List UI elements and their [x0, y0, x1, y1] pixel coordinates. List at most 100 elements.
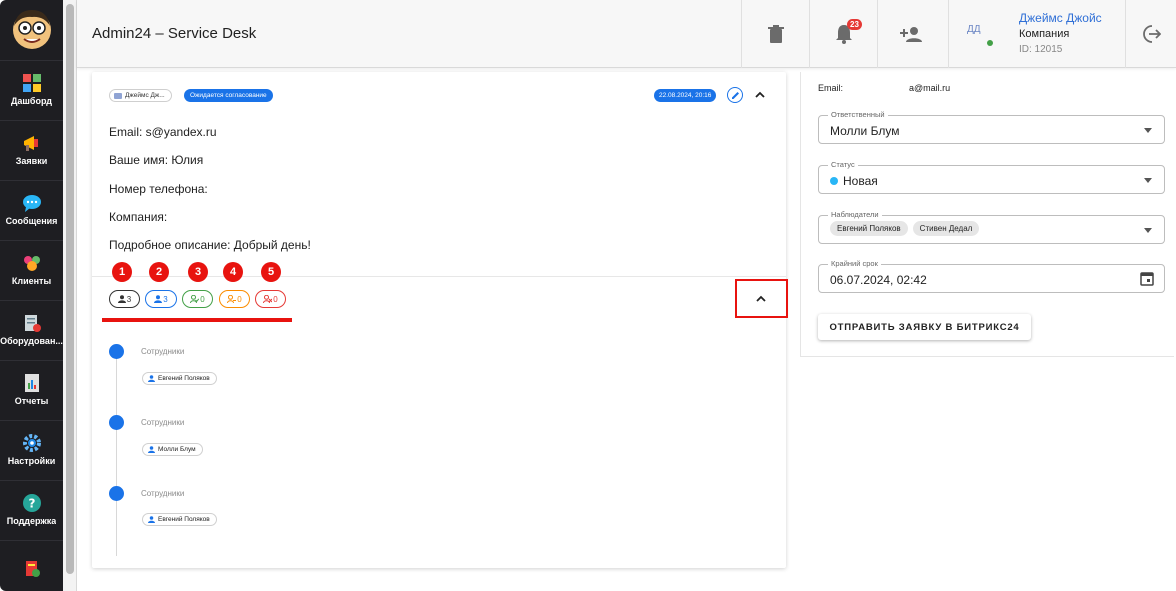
- ticket-line-description: Подробное описание: Добрый день!: [109, 238, 311, 252]
- email-value: a@mail.ru: [909, 83, 951, 93]
- app-window: Дашборд Заявки Сообщения Клиенты Оборудо…: [0, 0, 1176, 591]
- report-icon: [24, 374, 39, 392]
- sidebar-item-equipment[interactable]: Оборудован...: [0, 300, 63, 358]
- timeline-label: Сотрудники: [141, 347, 185, 356]
- top-header: Admin24 – Service Desk 23 ДД Джеймс Джой…: [77, 0, 1176, 68]
- avatar: ДД: [967, 24, 981, 35]
- equipment-icon: [24, 315, 41, 332]
- book-icon: [25, 561, 40, 577]
- annotation-marker: 5: [261, 262, 281, 282]
- observers-select[interactable]: Наблюдатели Евгений Поляков Стивен Дедал: [818, 210, 1165, 244]
- count-chip-employees[interactable]: 3: [145, 290, 177, 308]
- sidebar-item-label: Поддержка: [6, 516, 57, 526]
- status-value: Новая: [830, 174, 878, 188]
- dropdown-arrow-icon[interactable]: [1144, 128, 1152, 133]
- dropdown-arrow-icon[interactable]: [1144, 178, 1152, 183]
- ticket-line-name: Ваше имя: Юлия: [109, 153, 204, 167]
- observers-chips: Евгений Поляков Стивен Дедал: [830, 221, 980, 236]
- person-check-icon: [190, 295, 200, 303]
- pencil-icon: [731, 91, 739, 99]
- person-icon: [148, 446, 155, 453]
- timeline-label: Сотрудники: [141, 489, 185, 498]
- sidebar-item-support[interactable]: ? Поддержка: [0, 480, 63, 538]
- send-to-bitrix-button[interactable]: ОТПРАВИТЬ ЗАЯВКУ В БИТРИКС24: [818, 314, 1031, 340]
- field-label: Ответственный: [828, 110, 888, 119]
- timeline-person-chip[interactable]: Евгений Поляков: [142, 372, 217, 385]
- observer-chip[interactable]: Евгений Поляков: [830, 221, 908, 236]
- person-icon: [154, 295, 163, 303]
- status-dot-icon: [830, 177, 838, 185]
- annotation-marker: 3: [188, 262, 208, 282]
- timeline-person-chip[interactable]: Евгений Поляков: [142, 513, 217, 526]
- timeline-dot: [109, 344, 124, 359]
- responsible-value: Молли Блум: [830, 124, 900, 138]
- user-name[interactable]: Джеймс Джойс: [1019, 11, 1102, 25]
- notifications-count-badge: 23: [847, 19, 862, 30]
- chevron-up-icon[interactable]: [755, 293, 767, 305]
- count-chip-rejected[interactable]: 0: [255, 290, 286, 308]
- deadline-field[interactable]: Крайний срок 06.07.2024, 02:42: [818, 259, 1165, 293]
- count-chip-approved[interactable]: 0: [182, 290, 213, 308]
- trash-icon: [767, 25, 784, 43]
- app-logo[interactable]: [9, 6, 55, 52]
- user-profile[interactable]: ДД Джеймс Джойс Компания ID: 12015: [948, 0, 1125, 68]
- field-label: Крайний срок: [828, 259, 881, 268]
- notifications-button[interactable]: 23: [809, 0, 877, 68]
- field-label: Статус: [828, 160, 858, 169]
- field-label: Наблюдатели: [828, 210, 882, 219]
- email-label: Email:: [818, 83, 844, 93]
- delete-button[interactable]: [741, 0, 809, 68]
- annotation-underline: [102, 318, 292, 322]
- sidebar-item-label: Дашборд: [11, 96, 52, 106]
- status-select[interactable]: Статус Новая: [818, 160, 1165, 194]
- chat-bubble-icon: [22, 195, 41, 212]
- scrollbar-thumb[interactable]: [66, 4, 74, 574]
- count-chip-participants[interactable]: 3: [109, 290, 140, 308]
- person-icon: [148, 516, 155, 523]
- author-chip[interactable]: Джеймс Дж...: [109, 89, 172, 102]
- sidebar-item-clients[interactable]: Клиенты: [0, 240, 63, 298]
- dropdown-arrow-icon[interactable]: [1144, 228, 1152, 233]
- date-badge: 22.08.2024, 20:16: [654, 89, 717, 102]
- timeline-dot: [109, 415, 124, 430]
- svg-text:?: ?: [28, 497, 35, 511]
- sidebar-item-messages[interactable]: Сообщения: [0, 180, 63, 238]
- sidebar-item-label: Заявки: [15, 156, 48, 166]
- observer-chip[interactable]: Стивен Дедал: [912, 221, 980, 236]
- timeline-label: Сотрудники: [141, 418, 185, 427]
- calendar-icon[interactable]: [1140, 271, 1154, 286]
- deadline-value: 06.07.2024, 02:42: [830, 273, 927, 287]
- ticket-card: Джеймс Дж... Ожидается согласование 22.0…: [92, 72, 788, 568]
- people-icon: [23, 256, 40, 271]
- sidebar-item-label: Сообщения: [5, 216, 58, 226]
- sidebar-item-tickets[interactable]: Заявки: [0, 120, 63, 178]
- count-chip-pending[interactable]: 0: [219, 290, 250, 308]
- ticket-line-company: Компания:: [109, 210, 168, 224]
- sidebar-item-settings[interactable]: Настройки: [0, 420, 63, 478]
- chevron-up-icon[interactable]: [754, 89, 766, 101]
- logout-icon: [1143, 25, 1161, 43]
- sidebar: Дашборд Заявки Сообщения Клиенты Оборудо…: [0, 0, 63, 591]
- sidebar-item-dashboard[interactable]: Дашборд: [0, 60, 63, 118]
- person-clock-icon: [227, 295, 237, 303]
- edit-button[interactable]: [727, 87, 743, 103]
- timeline-person-chip[interactable]: Молли Блум: [142, 443, 203, 456]
- sidebar-item-extra[interactable]: [0, 540, 63, 591]
- help-icon: ?: [22, 494, 41, 512]
- responsible-select[interactable]: Ответственный Молли Блум: [818, 110, 1165, 144]
- scrollbar[interactable]: [63, 0, 77, 591]
- page-title: Admin24 – Service Desk: [92, 25, 257, 42]
- person-add-icon: [899, 27, 922, 42]
- user-company: Компания: [1019, 28, 1070, 40]
- online-status-dot: [987, 40, 993, 46]
- ticket-details-panel: Email: a@mail.ru Ответственный Молли Блу…: [800, 72, 1174, 357]
- logout-button[interactable]: [1125, 0, 1176, 68]
- add-user-button[interactable]: [877, 0, 945, 68]
- dashboard-icon: [22, 74, 41, 92]
- ticket-line-phone: Номер телефона:: [109, 182, 208, 196]
- sidebar-item-label: Настройки: [7, 456, 56, 466]
- sidebar-item-label: Оборудован...: [0, 336, 63, 346]
- sidebar-item-reports[interactable]: Отчеты: [0, 360, 63, 418]
- user-id: ID: 12015: [1019, 44, 1063, 55]
- annotation-marker: 1: [112, 262, 132, 282]
